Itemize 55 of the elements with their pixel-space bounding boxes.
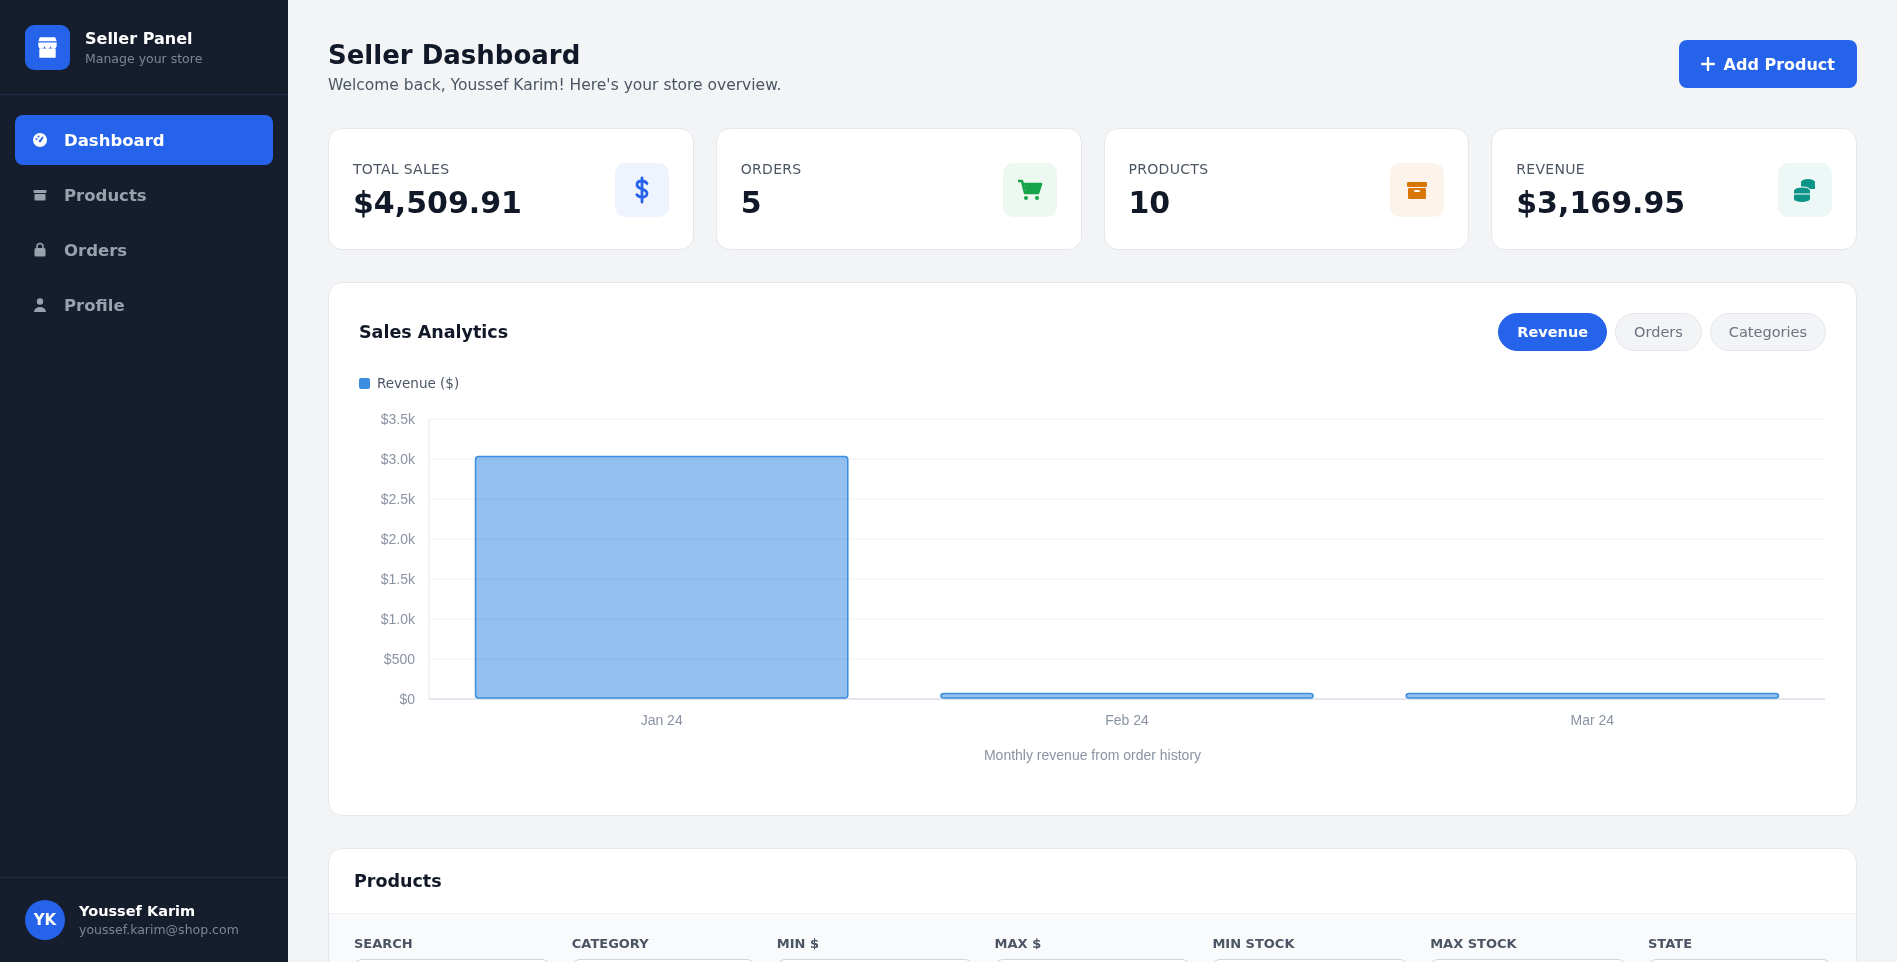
stat-label: ORDERS xyxy=(740,160,802,177)
stat-value: 5 xyxy=(740,184,763,220)
stat-value: $3,169.95 xyxy=(1516,184,1686,220)
stat-value: 10 xyxy=(1128,184,1172,220)
sidebar-item[interactable]: Orders xyxy=(15,225,273,275)
y-tick-label: $3.0k xyxy=(380,451,415,467)
y-tick-label: $1.5k xyxy=(380,571,415,587)
brand-subtitle: Manage your store xyxy=(85,51,203,66)
card-title: Products xyxy=(353,870,443,893)
user-name: Youssef Karim xyxy=(79,903,197,919)
sidebar-item[interactable]: Profile xyxy=(15,280,273,330)
legend-label: Revenue ($) xyxy=(377,375,460,391)
stat-label: PRODUCTS xyxy=(1128,160,1209,177)
y-tick-label: $500 xyxy=(383,651,415,667)
stat-value: $4,509.91 xyxy=(353,184,522,220)
card-title: Sales Analytics xyxy=(359,322,509,342)
chart-tab[interactable]: Orders xyxy=(1615,313,1702,351)
x-tick-label: Feb 24 xyxy=(1105,712,1149,728)
chart-caption: Monthly revenue from order history xyxy=(982,747,1203,763)
store-icon xyxy=(25,25,70,70)
sidebar-item[interactable]: Products xyxy=(15,170,273,220)
filter-label: CATEGORY xyxy=(571,936,650,951)
filter-label: SEARCH xyxy=(354,936,414,951)
x-tick-label: Jan 24 xyxy=(640,712,683,728)
filter-label: STATE xyxy=(1648,936,1694,951)
user-email: youssef.karim@shop.com xyxy=(79,922,239,937)
x-tick-label: Mar 24 xyxy=(1570,712,1615,728)
y-tick-label: $1.0k xyxy=(380,611,415,627)
y-tick-label: $2.0k xyxy=(380,531,415,547)
chart-tab[interactable]: Revenue xyxy=(1498,313,1608,351)
y-tick-label: $3.5k xyxy=(380,411,415,427)
chart-tab[interactable]: Categories xyxy=(1709,313,1826,351)
bag-icon xyxy=(32,242,48,258)
page-title: Seller Dashboard xyxy=(328,40,582,70)
y-tick-label: $0 xyxy=(399,691,415,707)
gauge-icon xyxy=(32,132,48,148)
dollar-icon xyxy=(614,163,669,217)
box-icon xyxy=(1390,163,1445,217)
filter-label: MAX STOCK xyxy=(1430,936,1518,951)
sidebar-item[interactable]: Dashboard xyxy=(15,115,273,165)
user-avatar: YK xyxy=(25,900,65,940)
y-tick-label: $2.5k xyxy=(380,491,415,507)
box-icon xyxy=(32,187,48,203)
plus-icon xyxy=(1700,57,1715,71)
add-product-button[interactable]: Add Product xyxy=(1678,40,1857,88)
brand-title: Seller Panel xyxy=(85,29,194,48)
coins-icon xyxy=(1778,163,1832,217)
filter-label: MIN STOCK xyxy=(1212,936,1296,951)
stat-label: TOTAL SALES xyxy=(353,160,451,177)
filter-label: MIN $ xyxy=(776,936,821,951)
stat-label: REVENUE xyxy=(1516,160,1586,177)
page-subtitle: Welcome back, Youssef Karim! Here's your store overview. xyxy=(328,76,782,94)
user-icon xyxy=(32,297,48,313)
cart-icon xyxy=(1002,163,1057,217)
filter-label: MAX $ xyxy=(994,936,1043,951)
